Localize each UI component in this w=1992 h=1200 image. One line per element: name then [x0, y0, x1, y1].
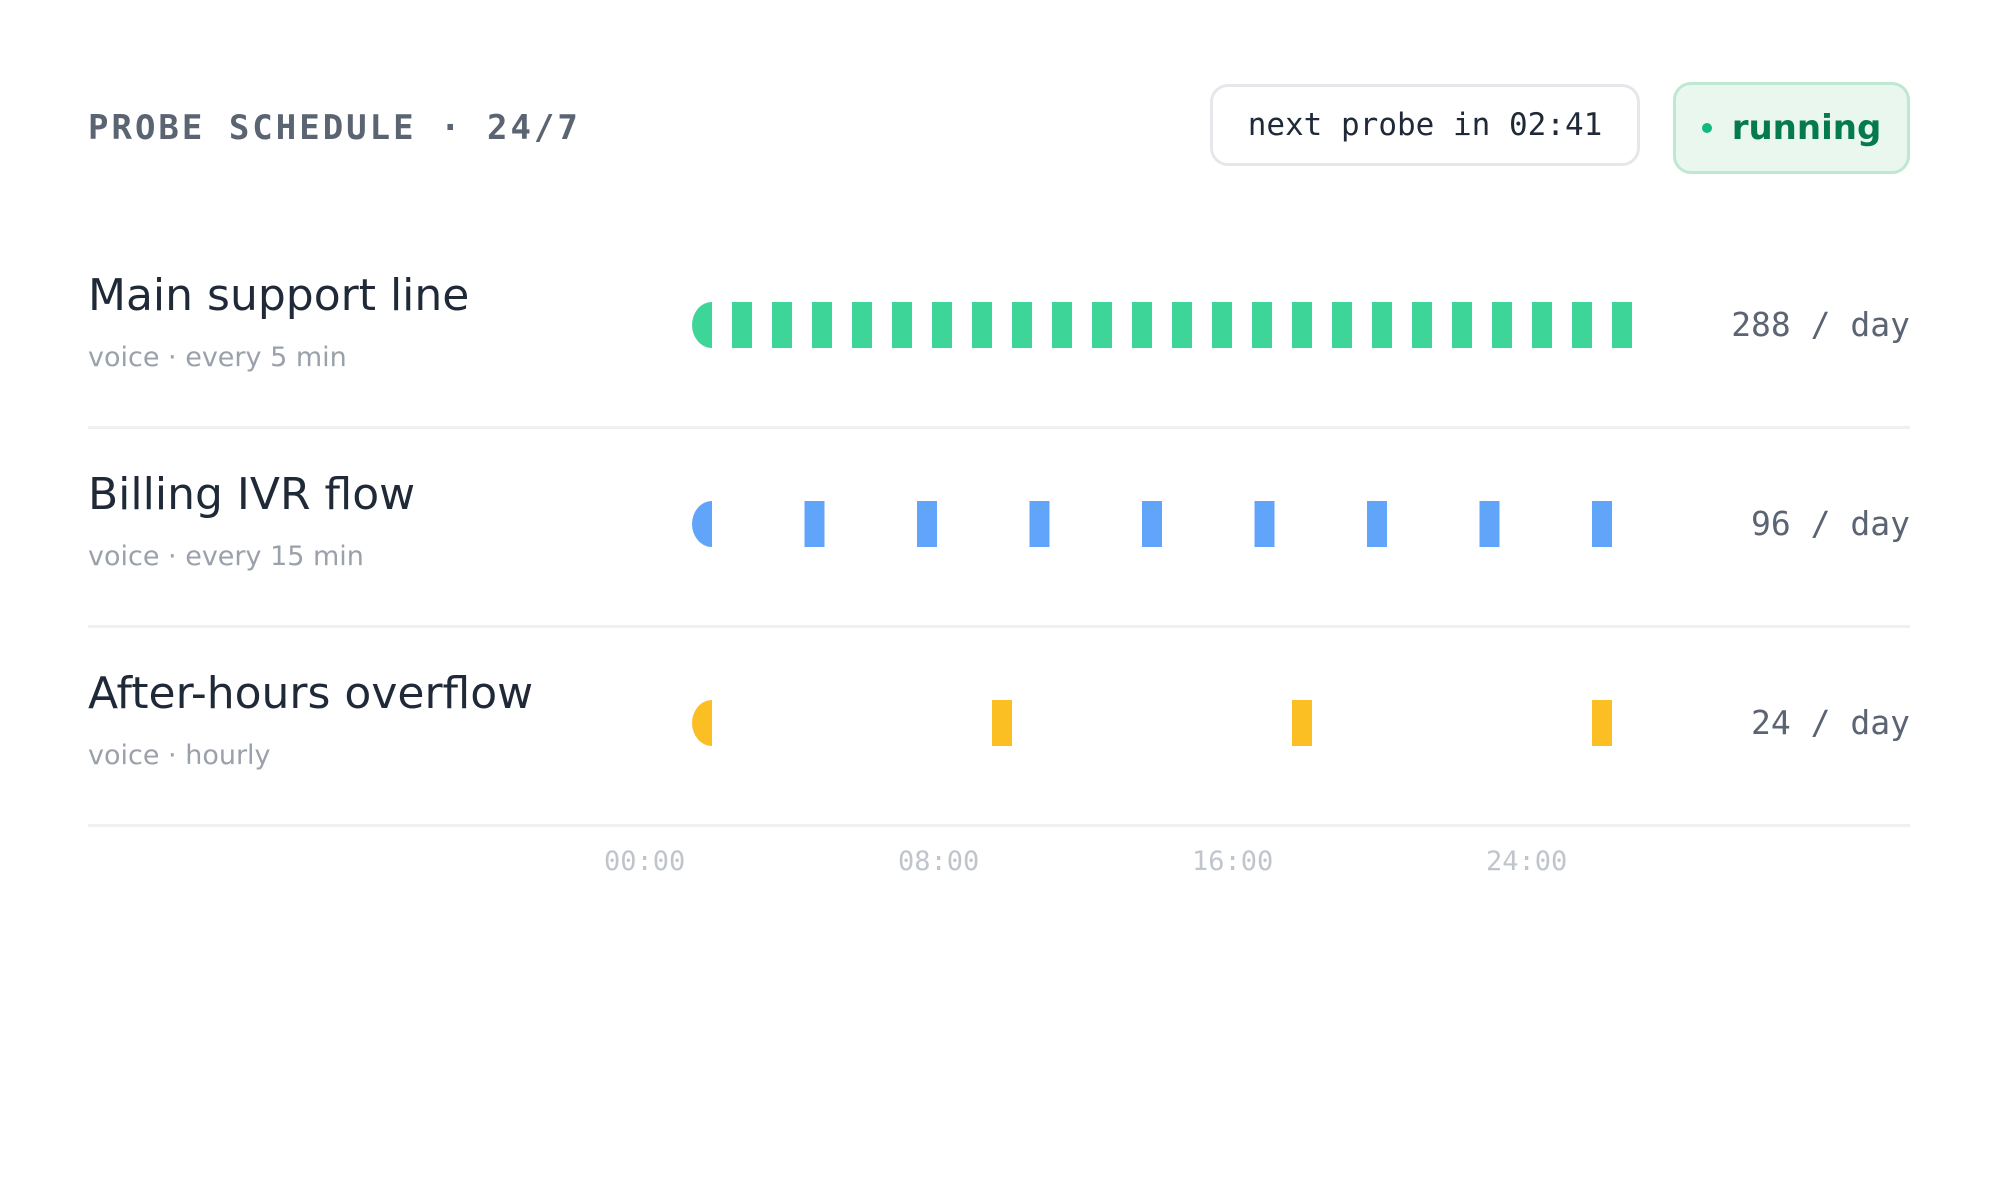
probe-marker: [1572, 302, 1592, 348]
probe-rate: 288 / day: [1731, 305, 1910, 344]
probe-marker: [1052, 302, 1072, 348]
probe-marker: [1592, 501, 1612, 547]
probe-marker: [1252, 302, 1272, 348]
probe-timeline: [604, 501, 1644, 547]
probe-row-main-support[interactable]: Main support line voice · every 5 min 28…: [88, 230, 1910, 429]
probe-subtitle: voice · every 5 min: [88, 342, 347, 373]
probe-marker: [932, 302, 952, 348]
probe-markers: [692, 501, 1612, 547]
probe-marker: [812, 302, 832, 348]
header: PROBE SCHEDULE · 24/7 next probe in 02:4…: [88, 82, 1910, 174]
probe-marker: [1332, 302, 1352, 348]
probe-marker: [1612, 302, 1632, 348]
probe-marker: [892, 302, 912, 348]
probe-marker: [1372, 302, 1392, 348]
next-probe-countdown: next probe in 02:41: [1210, 84, 1640, 166]
status-label: running: [1731, 108, 1882, 148]
probe-rate: 24 / day: [1751, 703, 1910, 742]
probe-list: Main support line voice · every 5 min 28…: [88, 230, 1910, 827]
probe-markers: [692, 302, 1632, 348]
probe-subtitle: voice · hourly: [88, 740, 271, 771]
probe-marker-current: [692, 302, 712, 348]
probe-marker: [917, 501, 937, 547]
probe-marker: [1292, 700, 1312, 746]
probe-timeline: [604, 302, 1644, 348]
probe-marker: [1412, 302, 1432, 348]
probe-marker: [1479, 501, 1500, 547]
page-title: PROBE SCHEDULE · 24/7: [88, 108, 581, 148]
probe-name: Billing IVR flow: [88, 469, 416, 520]
probe-timeline: [604, 700, 1644, 746]
probe-marker: [1592, 700, 1612, 746]
probe-marker: [772, 302, 792, 348]
probe-marker: [1142, 501, 1162, 547]
axis-tick: 16:00: [1192, 846, 1274, 877]
axis-tick: 24:00: [1486, 846, 1568, 877]
probe-subtitle: voice · every 15 min: [88, 541, 364, 572]
probe-marker: [1172, 302, 1192, 348]
probe-marker: [1492, 302, 1512, 348]
probe-marker-current: [692, 501, 712, 547]
probe-marker: [1532, 302, 1552, 348]
status-badge[interactable]: running: [1673, 82, 1910, 174]
probe-row-after-hours[interactable]: After-hours overflow voice · hourly 24 /…: [88, 628, 1910, 827]
time-axis: 00:00 08:00 16:00 24:00: [604, 846, 1804, 886]
probe-marker: [804, 501, 825, 547]
probe-marker: [992, 700, 1012, 746]
probe-marker: [1092, 302, 1112, 348]
probe-marker: [1367, 501, 1387, 547]
probe-marker: [972, 302, 992, 348]
status-dot-icon: [1701, 122, 1712, 133]
probe-marker-current: [692, 700, 712, 746]
probe-marker: [1292, 302, 1312, 348]
axis-tick: 00:00: [604, 846, 686, 877]
probe-rate: 96 / day: [1751, 504, 1910, 543]
probe-name: After-hours overflow: [88, 668, 534, 719]
probe-marker: [1012, 302, 1032, 348]
probe-marker: [1212, 302, 1232, 348]
probe-marker: [1254, 501, 1275, 547]
probe-name: Main support line: [88, 270, 470, 321]
probe-row-billing-ivr[interactable]: Billing IVR flow voice · every 15 min 96…: [88, 429, 1910, 628]
probe-marker: [852, 302, 872, 348]
axis-tick: 08:00: [898, 846, 980, 877]
probe-marker: [1029, 501, 1050, 547]
probe-marker: [732, 302, 752, 348]
probe-markers: [692, 700, 1612, 746]
probe-marker: [1452, 302, 1472, 348]
probe-marker: [1132, 302, 1152, 348]
